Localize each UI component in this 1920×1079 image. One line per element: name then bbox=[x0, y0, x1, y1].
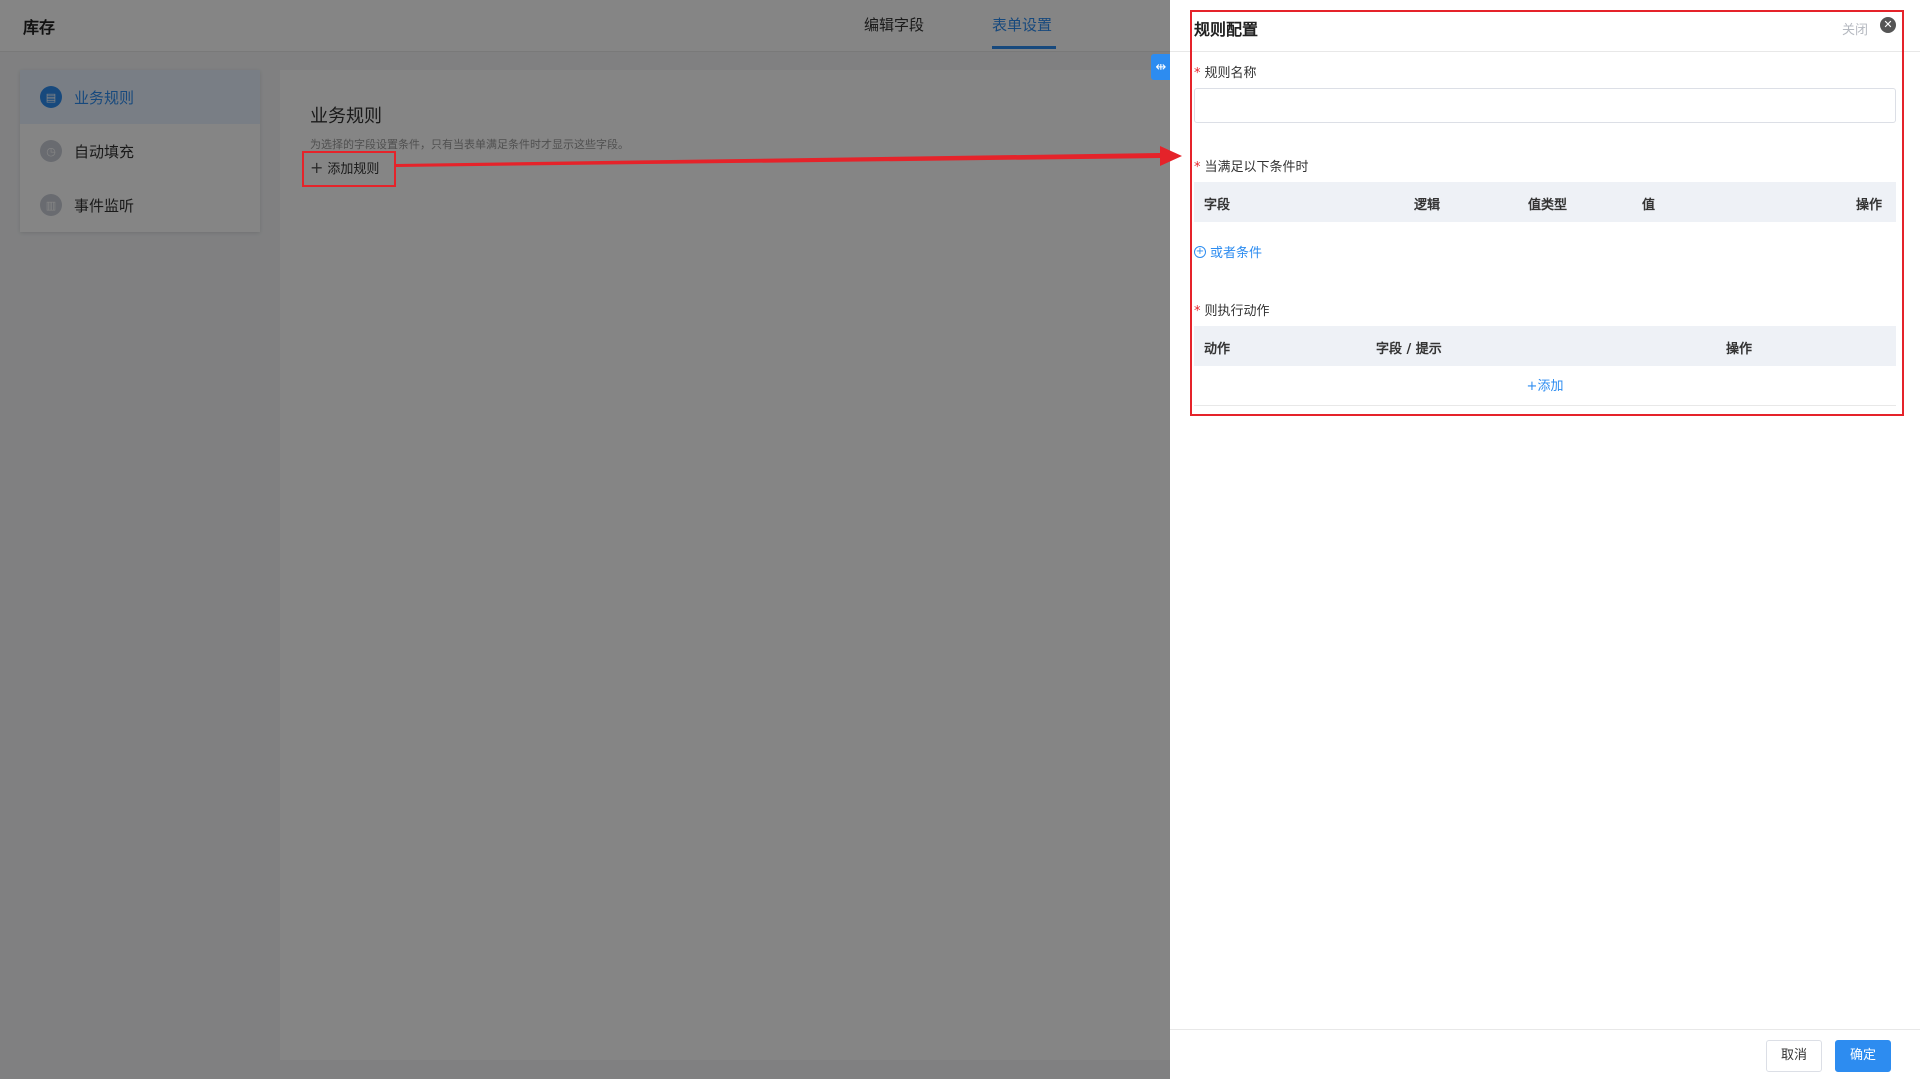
annotation-box-drawer bbox=[1190, 10, 1904, 416]
confirm-button[interactable]: 确定 bbox=[1835, 1040, 1892, 1072]
drawer-resize-handle[interactable]: ⇹ bbox=[1151, 54, 1171, 80]
annotation-box-add-rule bbox=[302, 151, 396, 187]
cancel-button[interactable]: 取消 bbox=[1766, 1040, 1823, 1072]
drawer-footer: 取消 确定 bbox=[1170, 1029, 1920, 1079]
modal-overlay[interactable] bbox=[0, 0, 1170, 1079]
